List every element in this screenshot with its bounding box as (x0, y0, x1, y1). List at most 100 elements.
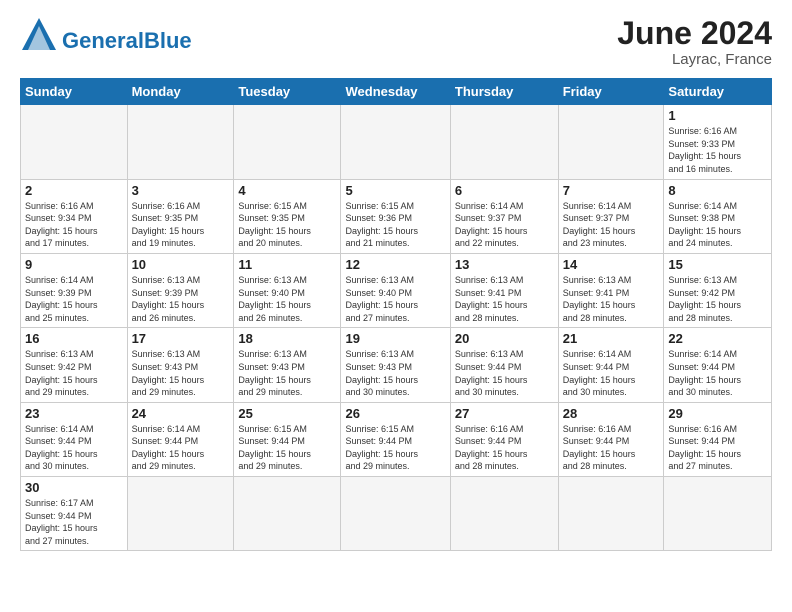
calendar-cell: 20 Sunrise: 6:13 AM Sunset: 9:44 PM Dayli… (450, 328, 558, 402)
page: GeneralBlue June 2024 Layrac, France Sun… (0, 0, 792, 561)
day-number: 2 (25, 183, 123, 198)
week-row-5: 23 Sunrise: 6:14 AM Sunset: 9:44 PM Dayli… (21, 402, 772, 476)
logo-icon-row: GeneralBlue (20, 16, 192, 52)
day-info: Sunrise: 6:16 AM Sunset: 9:44 PM Dayligh… (668, 423, 767, 473)
calendar-cell (234, 105, 341, 179)
calendar-cell (558, 477, 664, 551)
calendar-cell (127, 477, 234, 551)
day-info: Sunrise: 6:16 AM Sunset: 9:33 PM Dayligh… (668, 125, 767, 175)
day-info: Sunrise: 6:14 AM Sunset: 9:44 PM Dayligh… (132, 423, 230, 473)
day-info: Sunrise: 6:13 AM Sunset: 9:41 PM Dayligh… (455, 274, 554, 324)
calendar-cell: 22Sunrise: 6:14 AM Sunset: 9:44 PM Dayli… (664, 328, 772, 402)
day-info: Sunrise: 6:13 AM Sunset: 9:39 PM Dayligh… (132, 274, 230, 324)
day-info: Sunrise: 6:15 AM Sunset: 9:44 PM Dayligh… (238, 423, 336, 473)
calendar-cell: 16Sunrise: 6:13 AM Sunset: 9:42 PM Dayli… (21, 328, 128, 402)
day-number: 23 (25, 406, 123, 421)
week-row-4: 16Sunrise: 6:13 AM Sunset: 9:42 PM Dayli… (21, 328, 772, 402)
calendar-cell (341, 477, 450, 551)
calendar-cell: 7 Sunrise: 6:14 AM Sunset: 9:37 PM Daylig… (558, 179, 664, 253)
calendar-cell (450, 477, 558, 551)
calendar-cell: 26Sunrise: 6:15 AM Sunset: 9:44 PM Dayli… (341, 402, 450, 476)
day-number: 29 (668, 406, 767, 421)
calendar-cell: 18 Sunrise: 6:13 AM Sunset: 9:43 PM Dayli… (234, 328, 341, 402)
day-number: 7 (563, 183, 660, 198)
calendar-cell: 30 Sunrise: 6:17 AM Sunset: 9:44 PM Dayli… (21, 477, 128, 551)
col-wednesday: Wednesday (341, 79, 450, 105)
calendar-cell: 17 Sunrise: 6:13 AM Sunset: 9:43 PM Dayli… (127, 328, 234, 402)
header-row: Sunday Monday Tuesday Wednesday Thursday… (21, 79, 772, 105)
day-number: 30 (25, 480, 123, 495)
day-number: 4 (238, 183, 336, 198)
day-number: 13 (455, 257, 554, 272)
calendar-cell: 5Sunrise: 6:15 AM Sunset: 9:36 PM Daylig… (341, 179, 450, 253)
day-info: Sunrise: 6:13 AM Sunset: 9:43 PM Dayligh… (238, 348, 336, 398)
week-row-1: 1Sunrise: 6:16 AM Sunset: 9:33 PM Daylig… (21, 105, 772, 179)
calendar: Sunday Monday Tuesday Wednesday Thursday… (20, 78, 772, 551)
week-row-3: 9 Sunrise: 6:14 AM Sunset: 9:39 PM Daylig… (21, 253, 772, 327)
calendar-cell: 11Sunrise: 6:13 AM Sunset: 9:40 PM Dayli… (234, 253, 341, 327)
day-info: Sunrise: 6:13 AM Sunset: 9:41 PM Dayligh… (563, 274, 660, 324)
day-info: Sunrise: 6:14 AM Sunset: 9:44 PM Dayligh… (563, 348, 660, 398)
calendar-cell: 1Sunrise: 6:16 AM Sunset: 9:33 PM Daylig… (664, 105, 772, 179)
day-info: Sunrise: 6:16 AM Sunset: 9:44 PM Dayligh… (455, 423, 554, 473)
calendar-cell (234, 477, 341, 551)
day-number: 17 (132, 331, 230, 346)
calendar-body: 1Sunrise: 6:16 AM Sunset: 9:33 PM Daylig… (21, 105, 772, 551)
calendar-cell: 21 Sunrise: 6:14 AM Sunset: 9:44 PM Dayli… (558, 328, 664, 402)
day-number: 9 (25, 257, 123, 272)
day-number: 12 (345, 257, 445, 272)
day-number: 27 (455, 406, 554, 421)
day-info: Sunrise: 6:13 AM Sunset: 9:43 PM Dayligh… (132, 348, 230, 398)
calendar-cell (127, 105, 234, 179)
calendar-cell: 24 Sunrise: 6:14 AM Sunset: 9:44 PM Dayli… (127, 402, 234, 476)
day-number: 8 (668, 183, 767, 198)
day-info: Sunrise: 6:15 AM Sunset: 9:35 PM Dayligh… (238, 200, 336, 250)
calendar-cell: 27 Sunrise: 6:16 AM Sunset: 9:44 PM Dayli… (450, 402, 558, 476)
calendar-cell: 6Sunrise: 6:14 AM Sunset: 9:37 PM Daylig… (450, 179, 558, 253)
day-number: 26 (345, 406, 445, 421)
calendar-cell: 19Sunrise: 6:13 AM Sunset: 9:43 PM Dayli… (341, 328, 450, 402)
col-tuesday: Tuesday (234, 79, 341, 105)
day-number: 24 (132, 406, 230, 421)
calendar-cell (341, 105, 450, 179)
day-info: Sunrise: 6:14 AM Sunset: 9:38 PM Dayligh… (668, 200, 767, 250)
col-friday: Friday (558, 79, 664, 105)
calendar-cell: 28 Sunrise: 6:16 AM Sunset: 9:44 PM Dayli… (558, 402, 664, 476)
day-info: Sunrise: 6:14 AM Sunset: 9:37 PM Dayligh… (563, 200, 660, 250)
calendar-cell: 14Sunrise: 6:13 AM Sunset: 9:41 PM Dayli… (558, 253, 664, 327)
header: GeneralBlue June 2024 Layrac, France (20, 16, 772, 68)
day-info: Sunrise: 6:13 AM Sunset: 9:44 PM Dayligh… (455, 348, 554, 398)
calendar-cell: 23Sunrise: 6:14 AM Sunset: 9:44 PM Dayli… (21, 402, 128, 476)
day-number: 21 (563, 331, 660, 346)
calendar-cell: 12Sunrise: 6:13 AM Sunset: 9:40 PM Dayli… (341, 253, 450, 327)
week-row-6: 30 Sunrise: 6:17 AM Sunset: 9:44 PM Dayli… (21, 477, 772, 551)
col-thursday: Thursday (450, 79, 558, 105)
logo-icon (20, 16, 58, 52)
calendar-cell: 8 Sunrise: 6:14 AM Sunset: 9:38 PM Daylig… (664, 179, 772, 253)
calendar-cell: 10 Sunrise: 6:13 AM Sunset: 9:39 PM Dayli… (127, 253, 234, 327)
day-info: Sunrise: 6:13 AM Sunset: 9:40 PM Dayligh… (238, 274, 336, 324)
calendar-cell: 15Sunrise: 6:13 AM Sunset: 9:42 PM Dayli… (664, 253, 772, 327)
day-number: 18 (238, 331, 336, 346)
logo-blue: Blue (144, 28, 192, 53)
calendar-cell: 13 Sunrise: 6:13 AM Sunset: 9:41 PM Dayli… (450, 253, 558, 327)
col-monday: Monday (127, 79, 234, 105)
day-number: 16 (25, 331, 123, 346)
day-number: 20 (455, 331, 554, 346)
day-info: Sunrise: 6:17 AM Sunset: 9:44 PM Dayligh… (25, 497, 123, 547)
day-info: Sunrise: 6:13 AM Sunset: 9:42 PM Dayligh… (668, 274, 767, 324)
logo-text: GeneralBlue (62, 30, 192, 52)
day-info: Sunrise: 6:16 AM Sunset: 9:44 PM Dayligh… (563, 423, 660, 473)
calendar-cell (664, 477, 772, 551)
day-info: Sunrise: 6:14 AM Sunset: 9:39 PM Dayligh… (25, 274, 123, 324)
day-number: 6 (455, 183, 554, 198)
day-info: Sunrise: 6:16 AM Sunset: 9:34 PM Dayligh… (25, 200, 123, 250)
col-saturday: Saturday (664, 79, 772, 105)
day-info: Sunrise: 6:13 AM Sunset: 9:43 PM Dayligh… (345, 348, 445, 398)
day-info: Sunrise: 6:14 AM Sunset: 9:44 PM Dayligh… (668, 348, 767, 398)
calendar-cell: 4 Sunrise: 6:15 AM Sunset: 9:35 PM Daylig… (234, 179, 341, 253)
day-number: 10 (132, 257, 230, 272)
day-number: 3 (132, 183, 230, 198)
day-info: Sunrise: 6:15 AM Sunset: 9:36 PM Dayligh… (345, 200, 445, 250)
day-number: 28 (563, 406, 660, 421)
